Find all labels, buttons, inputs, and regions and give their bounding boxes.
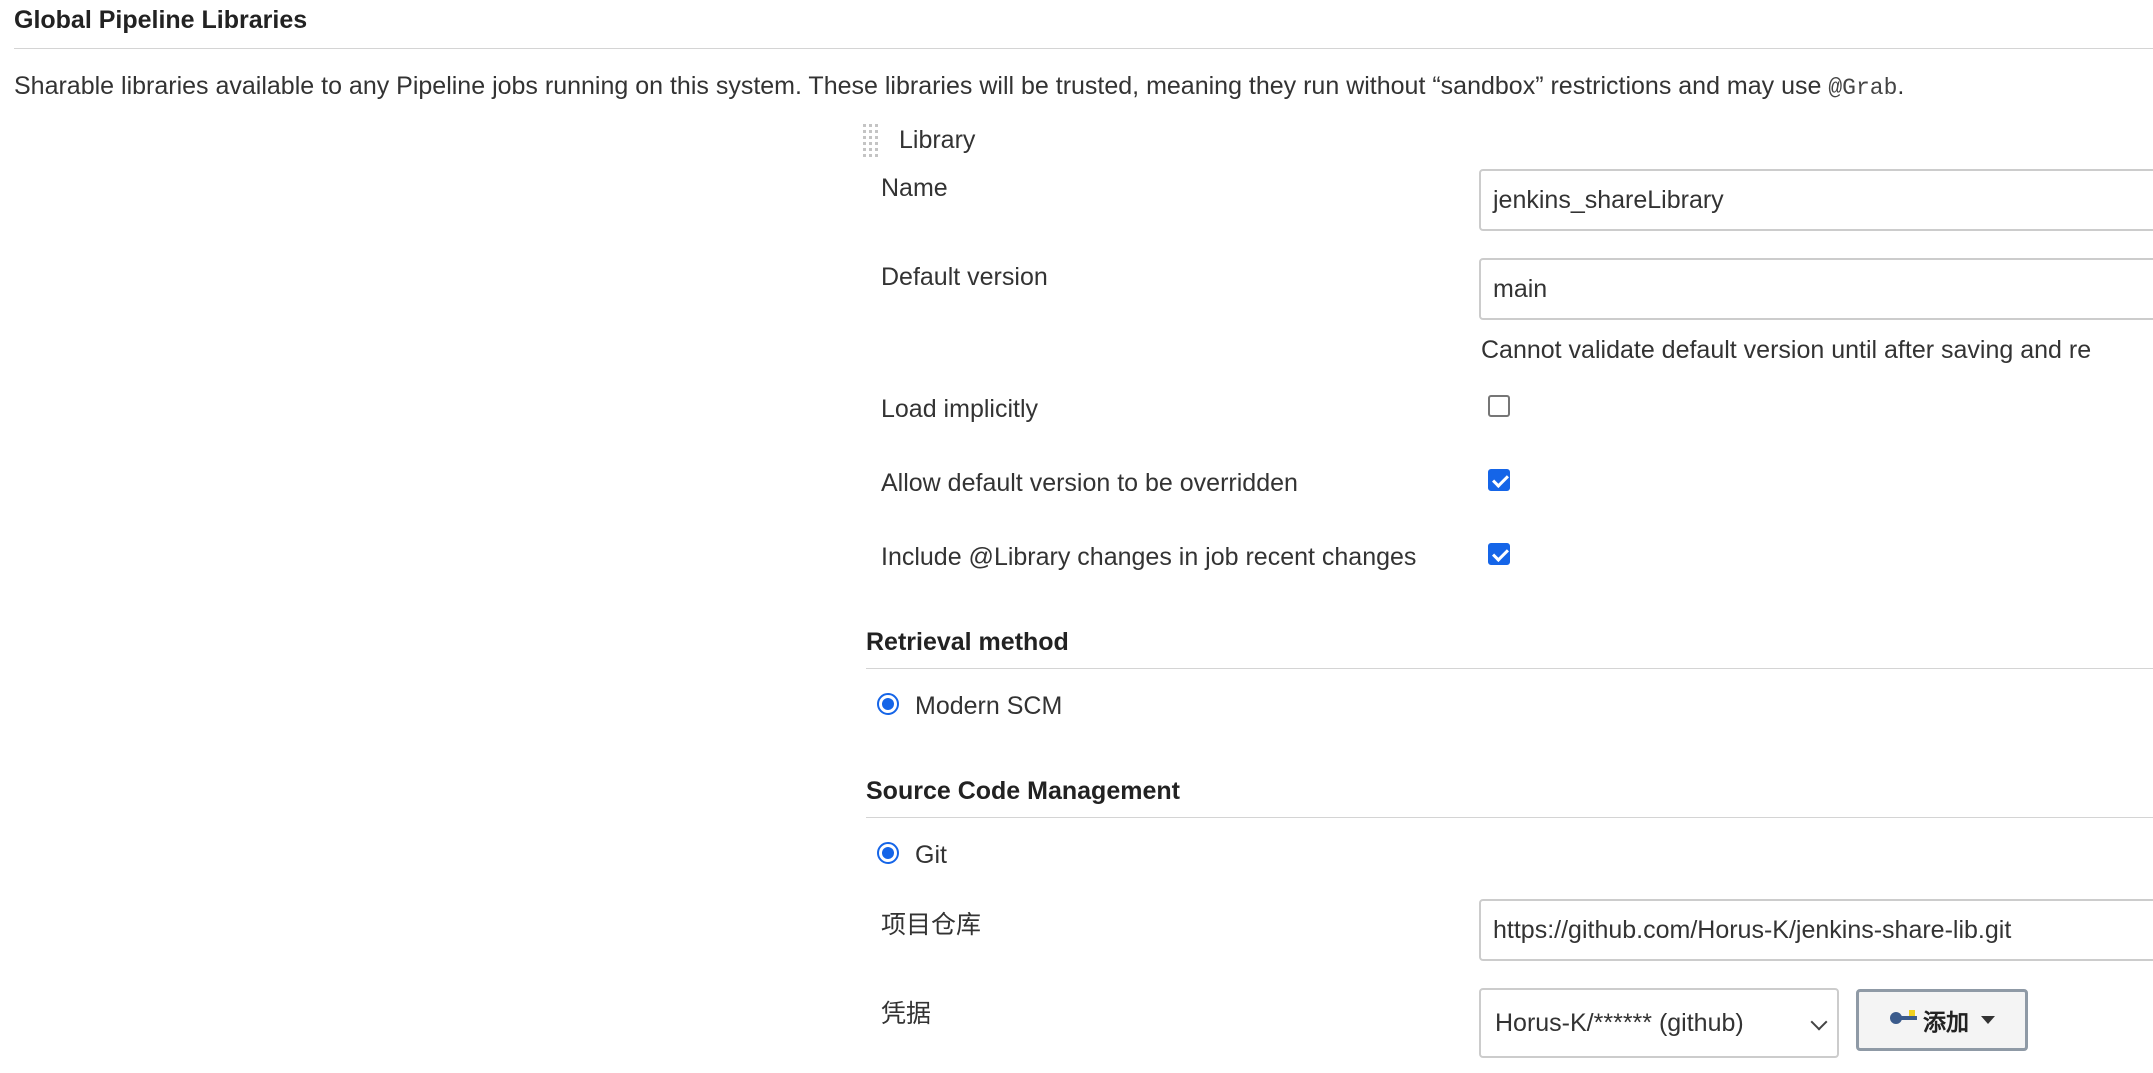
retrieval-divider xyxy=(866,668,2153,669)
credentials-selected-value: Horus-K/****** (github) xyxy=(1495,1009,1744,1037)
scm-title: Source Code Management xyxy=(866,777,1180,805)
key-icon xyxy=(1889,1007,1919,1034)
default-version-label: Default version xyxy=(881,263,1048,291)
load-implicitly-label: Load implicitly xyxy=(881,395,1039,423)
load-implicitly-checkbox[interactable] xyxy=(1488,395,1510,417)
include-changes-checkbox[interactable] xyxy=(1488,543,1510,565)
repository-url-input[interactable]: https://github.com/Horus-K/jenkins-share… xyxy=(1479,899,2153,961)
allow-override-checkbox[interactable] xyxy=(1488,469,1510,491)
default-version-input[interactable]: main xyxy=(1479,258,2153,320)
credentials-label: 凭据 xyxy=(881,1000,932,1028)
repository-label: 项目仓库 xyxy=(881,911,982,939)
drag-handle-icon[interactable] xyxy=(861,122,883,167)
retrieval-method-title: Retrieval method xyxy=(866,628,1069,656)
section-title: Global Pipeline Libraries xyxy=(14,6,308,34)
grab-code: @Grab xyxy=(1828,75,1898,101)
credentials-select[interactable]: Horus-K/****** (github) xyxy=(1479,988,1839,1058)
default-version-note: Cannot validate default version until af… xyxy=(1481,336,2092,364)
git-label: Git xyxy=(915,841,947,869)
scm-divider xyxy=(866,817,2153,818)
name-input[interactable]: jenkins_shareLibrary xyxy=(1479,169,2153,231)
modern-scm-radio[interactable] xyxy=(877,693,899,715)
modern-scm-label: Modern SCM xyxy=(915,692,1063,720)
library-header: Library xyxy=(899,126,976,154)
chevron-down-icon xyxy=(1810,1013,1828,1031)
include-changes-label: Include @Library changes in job recent c… xyxy=(881,543,1417,571)
allow-override-label: Allow default version to be overridden xyxy=(881,469,1298,497)
caret-down-icon xyxy=(1981,1016,1995,1024)
section-divider xyxy=(14,48,2153,49)
git-radio[interactable] xyxy=(877,842,899,864)
add-button-label: 添加 xyxy=(1923,1009,1969,1035)
section-description: Sharable libraries available to any Pipe… xyxy=(14,72,1905,101)
add-credentials-button[interactable]: 添加 xyxy=(1856,989,2028,1051)
name-label: Name xyxy=(881,174,948,202)
